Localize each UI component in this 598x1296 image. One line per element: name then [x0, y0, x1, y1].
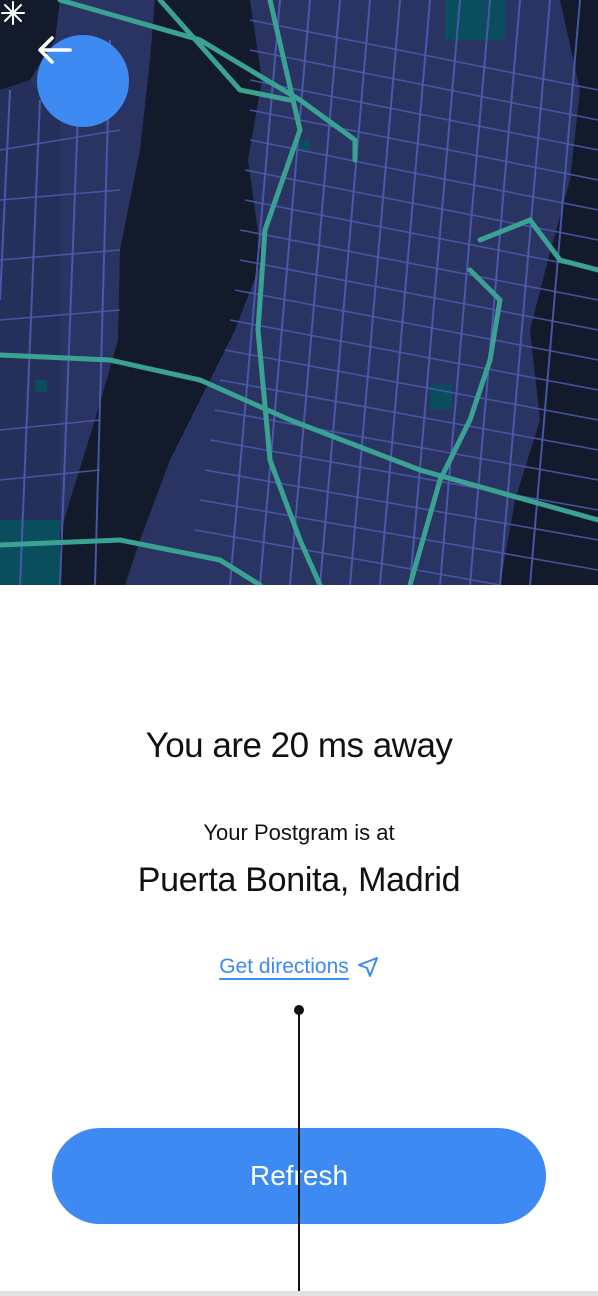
asterisk-marker-icon [1, 1, 25, 25]
location-name: Puerta Bonita, Madrid [137, 861, 461, 899]
get-directions-link[interactable]: Get directions [0, 955, 598, 979]
get-directions-label: Get directions [219, 955, 349, 978]
pointer-dot [294, 1005, 304, 1015]
back-button[interactable] [37, 35, 129, 127]
page-title: You are 20 ms away [145, 726, 453, 765]
arrow-left-icon [38, 36, 72, 64]
location-caption: Your Postgram is at [203, 820, 395, 845]
pointer-line [298, 1010, 300, 1296]
navigation-arrow-icon [357, 957, 378, 977]
bottom-divider [0, 1291, 598, 1296]
map-view[interactable] [0, 0, 598, 585]
